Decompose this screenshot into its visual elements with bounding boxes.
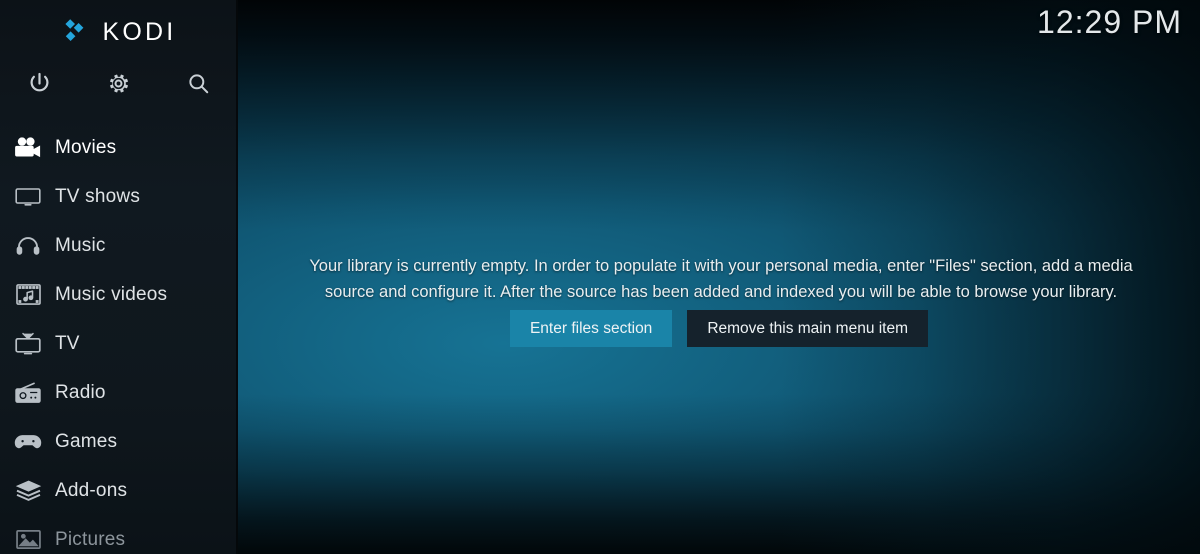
sidebar-item-label: Add-ons [55,479,128,501]
sidebar-item-add-ons[interactable]: Add-ons [0,466,238,515]
kodi-logo-icon [62,17,92,47]
settings-button[interactable] [79,62,158,104]
sidebar: KODI Movies TV shows Music Music videos … [0,0,238,554]
headphones-icon [9,231,47,261]
action-button-row: Enter files section Remove this main men… [238,310,1200,347]
enter-files-section-button[interactable]: Enter files section [509,310,673,347]
sidebar-item-label: Radio [55,381,106,403]
sidebar-menu: Movies TV shows Music Music videos TV Ra… [0,123,238,554]
sidebar-item-music[interactable]: Music [0,221,238,270]
sidebar-item-movies[interactable]: Movies [0,123,238,172]
sidebar-item-label: Music videos [55,283,168,305]
search-icon [186,71,211,96]
search-button[interactable] [159,62,238,104]
television-icon [9,329,47,359]
sidebar-item-games[interactable]: Games [0,417,238,466]
sidebar-item-label: TV [55,332,80,354]
main-content: Your library is currently empty. In orde… [238,0,1200,554]
power-button[interactable] [0,62,79,104]
app-name: KODI [102,17,177,46]
sidebar-item-label: TV shows [55,185,141,207]
picture-icon [9,525,47,554]
sidebar-item-label: Movies [55,136,117,158]
sidebar-item-pictures[interactable]: Pictures [0,515,238,554]
addon-box-icon [9,476,47,506]
app-logo: KODI [0,10,238,54]
radio-icon [9,378,47,408]
kodi-home-screen: 12:29 PM Your library is currently empty… [0,0,1200,554]
remove-main-menu-item-button[interactable]: Remove this main menu item [687,310,929,347]
empty-library-message: Your library is currently empty. In orde… [309,257,1133,301]
sidebar-top-actions [0,62,238,104]
sidebar-item-label: Music [55,234,106,256]
gamepad-icon [9,427,47,457]
film-music-icon [9,280,47,310]
sidebar-item-radio[interactable]: Radio [0,368,238,417]
monitor-icon [9,182,47,212]
gear-icon [106,71,131,96]
sidebar-item-label: Games [55,430,118,452]
sidebar-item-label: Pictures [55,528,126,550]
movie-camera-icon [9,133,47,163]
power-icon [27,71,52,96]
sidebar-item-tv[interactable]: TV [0,319,238,368]
sidebar-item-tv-shows[interactable]: TV shows [0,172,238,221]
sidebar-item-music-videos[interactable]: Music videos [0,270,238,319]
